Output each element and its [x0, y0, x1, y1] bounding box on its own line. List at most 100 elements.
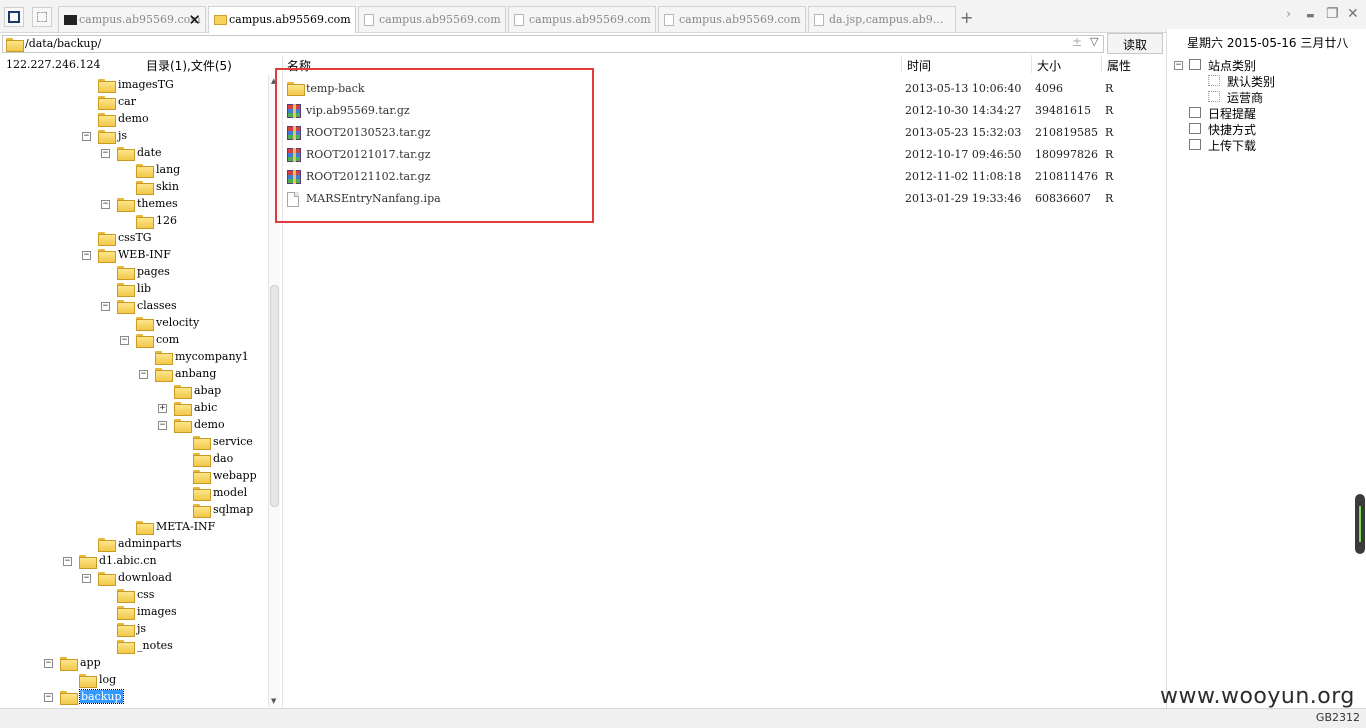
plus-icon[interactable]: ± [1072, 35, 1082, 49]
file-time: 2013-01-29 19:33:46 [905, 192, 1022, 205]
tree-node-label: 126 [156, 214, 177, 227]
collapse-icon[interactable]: − [82, 132, 91, 141]
collapse-icon[interactable]: − [158, 421, 167, 430]
folder-icon [174, 385, 192, 399]
tree-node-label: css [137, 588, 155, 601]
collapse-icon[interactable]: − [44, 659, 53, 668]
column-header-attr[interactable]: 属性 [1107, 57, 1131, 74]
tree-node-label: demo [194, 418, 225, 431]
shortcut-icon [1189, 123, 1201, 134]
right-scrollbar[interactable] [1355, 494, 1365, 554]
right-tree-label: 快捷方式 [1208, 123, 1257, 137]
tab-5[interactable]: da.jsp,campus.ab9... [808, 6, 956, 32]
file-size: 210811476 [1035, 170, 1098, 183]
tree-node-label: download [118, 571, 172, 584]
tab-0[interactable]: campus.ab95569.com ✕ [58, 6, 206, 32]
file-row[interactable]: ROOT20130523.tar.gz 2013-05-23 15:32:03 21… [283, 122, 1167, 144]
tree-node-label: js [137, 622, 147, 635]
tree-node-label: log [99, 673, 117, 686]
scroll-thumb[interactable] [270, 285, 279, 507]
tree-scrollbar[interactable]: ▲ ▼ [268, 75, 280, 707]
tree-node-label: anbang [175, 367, 217, 380]
tab-4[interactable]: campus.ab95569.com [658, 6, 806, 32]
folder-icon [136, 521, 154, 535]
file-name: ROOT20121017.tar.gz [306, 148, 431, 161]
column-header-name[interactable]: 名称 [287, 57, 311, 74]
tree-node-label: abap [194, 384, 222, 397]
restore-button[interactable]: ❐ [1326, 6, 1339, 22]
right-tree-label: 日程提醒 [1208, 107, 1257, 121]
page-icon [514, 14, 524, 26]
page-icon [364, 14, 374, 26]
file-row[interactable]: vip.ab95569.tar.gz 2012-10-30 14:34:27 394… [283, 100, 1167, 122]
clock-icon [1189, 107, 1201, 118]
tab-3[interactable]: campus.ab95569.com [508, 6, 656, 32]
column-header-size[interactable]: 大小 [1037, 57, 1061, 74]
tree-node-label: themes [137, 197, 178, 210]
tree-node-label: webapp [213, 469, 257, 482]
folder-icon [214, 15, 227, 25]
folder-icon [117, 300, 135, 314]
tab-label: campus.ab95569.com [229, 13, 351, 26]
tab-label: campus.ab95569.com [379, 13, 501, 26]
file-name: ROOT20121102.tar.gz [306, 170, 431, 183]
file-row[interactable]: ROOT20121017.tar.gz 2012-10-17 09:46:50 18… [283, 144, 1167, 166]
chevron-down-icon[interactable]: ▽ [1090, 35, 1098, 48]
collapse-icon[interactable]: − [1174, 61, 1183, 70]
tabs-icon [37, 12, 47, 22]
close-icon[interactable]: ✕ [188, 11, 201, 29]
tree-node-label: lib [137, 282, 152, 295]
expand-icon[interactable]: + [158, 404, 167, 413]
close-window-button[interactable]: ✕ [1347, 6, 1359, 22]
collapse-icon[interactable]: − [63, 557, 72, 566]
path-input[interactable]: /data/backup/ [2, 35, 1104, 53]
tree-node-label: sqlmap [213, 503, 254, 516]
transfer-icon [1189, 139, 1201, 150]
collapse-icon[interactable]: − [101, 302, 110, 311]
folder-icon [174, 419, 192, 433]
tab-list-button[interactable] [32, 7, 52, 27]
archive-icon [287, 148, 301, 162]
scroll-up-icon[interactable]: ▲ [271, 77, 276, 85]
file-row[interactable]: ROOT20121102.tar.gz 2012-11-02 11:08:18 21… [283, 166, 1167, 188]
dotted-icon [1208, 91, 1220, 102]
collapse-icon[interactable]: − [101, 200, 110, 209]
file-size: 210819585 [1035, 126, 1098, 139]
folder-icon [98, 96, 116, 110]
file-size: 4096 [1035, 82, 1063, 95]
collapse-icon[interactable]: − [44, 693, 53, 702]
tab-1[interactable]: campus.ab95569.com [208, 6, 356, 33]
address-bar: /data/backup/ ± ▽ 读取 [0, 33, 1166, 55]
folder-icon [98, 79, 116, 93]
column-header-time[interactable]: 时间 [907, 57, 931, 74]
tree-node-label: imagesTG [118, 78, 174, 91]
collapse-icon[interactable]: − [82, 574, 91, 583]
chevron-right-icon[interactable]: › [1286, 7, 1291, 22]
tree-node-label: WEB-INF [118, 248, 171, 261]
file-name: temp-back [306, 82, 365, 95]
new-tab-button[interactable]: + [960, 8, 973, 27]
tree-node-label: d1.abic.cn [99, 554, 157, 567]
file-row[interactable]: temp-back 2013-05-13 10:06:40 4096 R [283, 78, 1167, 100]
tree-node-label: dao [213, 452, 234, 465]
tab-2[interactable]: campus.ab95569.com [358, 6, 506, 32]
scroll-down-icon[interactable]: ▼ [271, 697, 276, 705]
file-name: vip.ab95569.tar.gz [306, 104, 410, 117]
status-bar: GB2312 [0, 708, 1366, 728]
collapse-icon[interactable]: − [101, 149, 110, 158]
minimize-button[interactable]: ▬ [1306, 11, 1315, 21]
read-button[interactable]: 读取 [1107, 33, 1163, 54]
sidebar-toggle-button[interactable] [4, 7, 24, 27]
file-time: 2012-10-30 14:34:27 [905, 104, 1022, 117]
collapse-icon[interactable]: − [82, 251, 91, 260]
tree-node-label: adminparts [118, 537, 182, 550]
folder-icon [117, 283, 135, 297]
folder-icon [117, 589, 135, 603]
tree-node-label: abic [194, 401, 218, 414]
page-icon [664, 14, 674, 26]
file-row[interactable]: MARSEntryNanfang.ipa 2013-01-29 19:33:46 6… [283, 188, 1167, 210]
file-name: MARSEntryNanfang.ipa [306, 192, 441, 205]
collapse-icon[interactable]: − [120, 336, 129, 345]
collapse-icon[interactable]: − [139, 370, 148, 379]
tab-label: da.jsp,campus.ab9... [829, 13, 944, 26]
